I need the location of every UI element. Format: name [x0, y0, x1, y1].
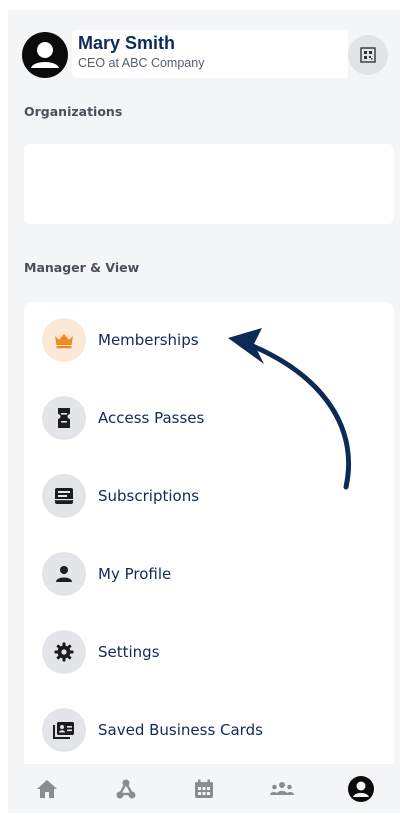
curved-arrow-annotation	[228, 328, 352, 490]
user-avatar-icon[interactable]	[22, 32, 68, 78]
profile-role: CEO at ABC Company	[78, 56, 205, 70]
network-icon[interactable]	[104, 769, 148, 809]
group-icon[interactable]	[260, 769, 304, 809]
menu-label: Saved Business Cards	[98, 721, 263, 739]
calendar-icon[interactable]	[182, 769, 226, 809]
profile-name: Mary Smith	[78, 33, 176, 53]
menu-label: Subscriptions	[98, 487, 200, 505]
ticket-icon	[42, 396, 86, 440]
menu-label: Access Passes	[98, 409, 205, 427]
menu-item-saved-business-cards[interactable]: Saved Business Cards	[42, 707, 372, 753]
menu-label: My Profile	[98, 565, 172, 583]
menu-item-my-profile[interactable]: My Profile	[42, 551, 372, 597]
app-screen: Mary Smith CEO at ABC Company Organizati…	[8, 10, 400, 813]
menu-label: Settings	[98, 643, 160, 661]
bottom-navigation	[8, 764, 400, 813]
home-icon[interactable]	[25, 769, 69, 809]
gear-icon	[42, 630, 86, 674]
crown-icon	[42, 318, 86, 362]
organizations-heading: Organizations	[24, 104, 123, 119]
inbox-icon	[42, 474, 86, 518]
person-icon	[42, 552, 86, 596]
profile-icon[interactable]	[339, 769, 383, 809]
menu-item-settings[interactable]: Settings	[42, 629, 372, 675]
contact-card-icon	[42, 708, 86, 752]
qr-code-icon[interactable]	[348, 35, 388, 75]
profile-header: Mary Smith CEO at ABC Company	[22, 30, 388, 80]
organizations-list	[24, 144, 394, 224]
manager-view-heading: Manager & View	[24, 260, 140, 275]
profile-name-card[interactable]: Mary Smith CEO at ABC Company	[72, 30, 348, 78]
menu-label: Memberships	[98, 331, 199, 349]
